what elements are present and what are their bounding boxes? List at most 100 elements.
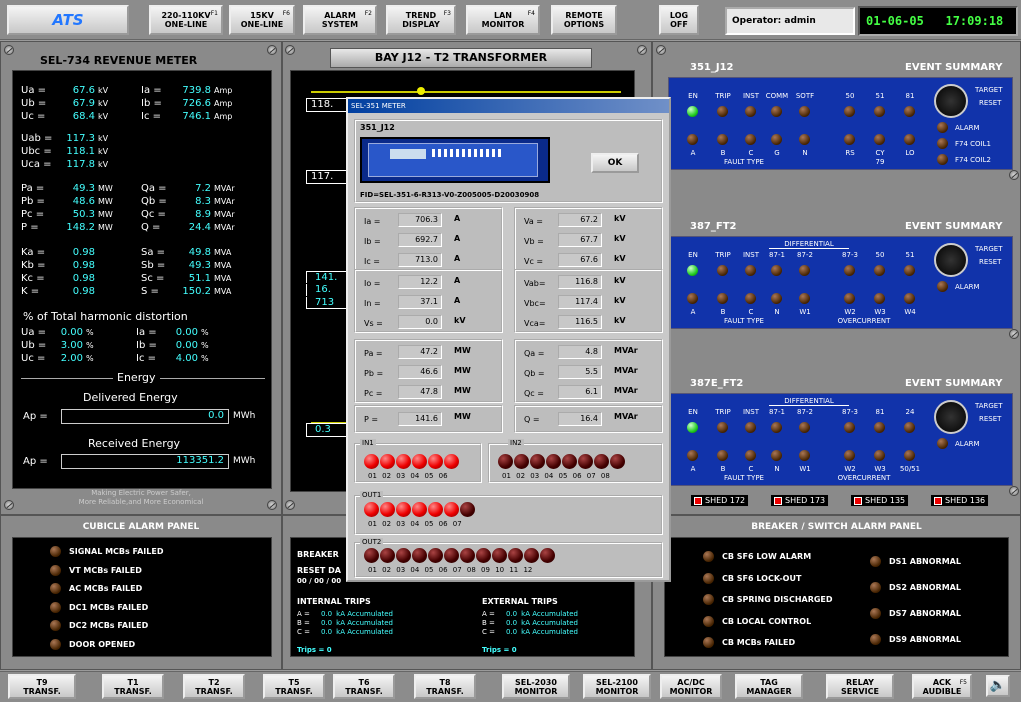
meter-unit: kV xyxy=(98,99,109,108)
bottom-button-ac-dc[interactable]: AC/DC MONITOR xyxy=(660,674,722,699)
shed-button[interactable]: SHED 172 xyxy=(690,494,750,507)
meter-right-row: Sa = 49.8 MVA xyxy=(141,247,231,258)
bottom-button-t1[interactable]: T1 TRANSF. xyxy=(102,674,164,699)
date: 01-06-05 xyxy=(866,14,924,28)
fault-type-label: FAULT TYPE xyxy=(724,474,764,482)
thd-row: Ub = 3.00% Ib = 0.00% xyxy=(21,340,209,351)
meter-group-v: Va = 67.2 kV Vb = 67.7 kV Vc = 67.6 kV xyxy=(514,207,663,271)
bsw-alarm-item: DS7 ABNORMAL xyxy=(870,608,961,619)
differential-label: DIFFERENTIAL xyxy=(784,397,834,405)
toolbar-button-remote[interactable]: REMOTE OPTIONS xyxy=(551,5,617,35)
io-led xyxy=(530,454,545,469)
meter-left-row: Pc = 50.3 MW xyxy=(21,209,113,220)
alarm-text: CB SF6 LOW ALARM xyxy=(722,552,812,561)
bottom-button-tag[interactable]: TAG MANAGER xyxy=(735,674,803,699)
fault-led xyxy=(799,293,810,304)
bottom-button-ack[interactable]: ACK AUDIBLE F5 xyxy=(912,674,972,699)
target-reset-knob[interactable] xyxy=(934,400,968,434)
target-reset-knob[interactable] xyxy=(934,84,968,118)
meter-right-row: Ic = 746.1 Amp xyxy=(141,111,232,122)
meter-unit: MVAr xyxy=(214,210,235,219)
meter-value: 116.5 xyxy=(558,315,602,329)
meter-left-row: Kb = 0.98 xyxy=(21,260,98,271)
operator-label: Operator: admin xyxy=(725,7,855,35)
meter-value: 67.6 xyxy=(72,85,95,96)
meter-label: Ib = xyxy=(364,237,381,246)
bottom-button-relay[interactable]: RELAY SERVICE xyxy=(826,674,894,699)
fault-led xyxy=(745,450,756,461)
ok-button[interactable]: OK xyxy=(591,153,639,173)
indicator-label: 51 xyxy=(875,92,885,100)
breaker-title: BREAKER xyxy=(297,550,339,559)
meter-unit: kV xyxy=(98,147,109,156)
bottom-button-t2[interactable]: T2 TRANSF. xyxy=(183,674,245,699)
event-summary-button[interactable]: EVENT SUMMARY xyxy=(905,378,1002,389)
bottom-button-t6[interactable]: T6 TRANSF. xyxy=(333,674,395,699)
indicator-label: 87-1 xyxy=(769,251,785,259)
fault-led xyxy=(717,450,728,461)
meter-value: 51.1 xyxy=(188,273,211,284)
meter-left-row: K = 0.98 xyxy=(21,286,98,297)
thd-unit: % xyxy=(201,354,209,363)
meter-unit: MW xyxy=(98,197,113,206)
meter-label: Ia = xyxy=(364,217,381,226)
target-reset-knob[interactable] xyxy=(934,243,968,277)
bottom-button-sel-2030[interactable]: SEL-2030 MONITOR xyxy=(502,674,570,699)
bottom-button-t8[interactable]: T8 TRANSF. xyxy=(414,674,476,699)
toolbar-button-log[interactable]: LOG OFF xyxy=(659,5,699,35)
alarm-label: ALARM xyxy=(955,283,980,291)
meter-value: 47.2 xyxy=(398,345,442,359)
fault-led xyxy=(874,134,885,145)
indicator-led xyxy=(874,422,885,433)
fault-label: N xyxy=(802,149,808,157)
meter-title: SEL-734 REVENUE METER xyxy=(40,54,198,67)
speaker-icon[interactable]: 🔈 xyxy=(986,675,1010,697)
io-led xyxy=(498,454,513,469)
indicator-label: 24 xyxy=(905,408,915,416)
event-summary-button[interactable]: EVENT SUMMARY xyxy=(905,62,1002,73)
button-line1: REMOTE xyxy=(565,11,603,20)
fault-led xyxy=(874,293,885,304)
fault-led xyxy=(904,450,915,461)
fault-label: C xyxy=(748,308,754,316)
toolbar-button-lan[interactable]: LAN MONITOR F4 xyxy=(466,5,540,35)
slogan-2: More Reliable,and More Economical xyxy=(78,498,204,506)
dialog-fid: FID=SEL-351-6-R313-V0-Z005005-D20030908 xyxy=(360,191,540,199)
io-led xyxy=(476,548,491,563)
toolbar-button-alarm[interactable]: ALARM SYSTEM F2 xyxy=(303,5,377,35)
ok-label: OK xyxy=(607,157,623,168)
meter-value: 37.1 xyxy=(398,295,442,309)
indicator-led xyxy=(771,265,782,276)
meter-left-row: Ua = 67.6 kV xyxy=(21,85,108,96)
io-led xyxy=(444,502,459,517)
meter-unit: MVA xyxy=(214,261,232,270)
in1-leds xyxy=(364,454,460,473)
alarm-text: CB SF6 LOCK-OUT xyxy=(722,573,802,583)
shed-button[interactable]: SHED 173 xyxy=(770,494,830,507)
indicator-label: INST xyxy=(742,408,760,416)
shed-button[interactable]: SHED 135 xyxy=(850,494,910,507)
bsw-alarm-item: DS2 ABNORMAL xyxy=(870,582,961,593)
meter-label: Ka = xyxy=(21,247,46,258)
event-summary-button[interactable]: EVENT SUMMARY xyxy=(905,221,1002,232)
io-led xyxy=(578,454,593,469)
meter-value: 7.2 xyxy=(195,183,211,194)
toolbar-button-15kv[interactable]: 15KV ONE-LINE F6 xyxy=(229,5,295,35)
shed-button[interactable]: SHED 136 xyxy=(930,494,990,507)
bottom-button-t9[interactable]: T9 TRANSF. xyxy=(8,674,76,699)
thd-unit: % xyxy=(201,341,209,350)
fkey-label: F1 xyxy=(210,10,218,17)
toolbar-button-trend[interactable]: TREND DISPLAY F3 xyxy=(386,5,456,35)
bottom-button-sel-2100[interactable]: SEL-2100 MONITOR xyxy=(583,674,651,699)
ap-delivered-unit: MWh xyxy=(233,411,256,421)
toolbar-button-220-110kv[interactable]: 220-110KV ONE-LINE F1 xyxy=(149,5,223,35)
thd-label: Ua = xyxy=(21,327,47,338)
in2-label: IN2 xyxy=(508,439,524,447)
trip-label: B = xyxy=(297,619,310,627)
out2-leds xyxy=(364,548,556,567)
relay-display xyxy=(390,149,426,159)
fault-label: N xyxy=(774,308,780,316)
shed-label: SHED 135 xyxy=(865,496,906,505)
bottom-button-t5[interactable]: T5 TRANSF. xyxy=(263,674,325,699)
fault-led xyxy=(687,134,698,145)
